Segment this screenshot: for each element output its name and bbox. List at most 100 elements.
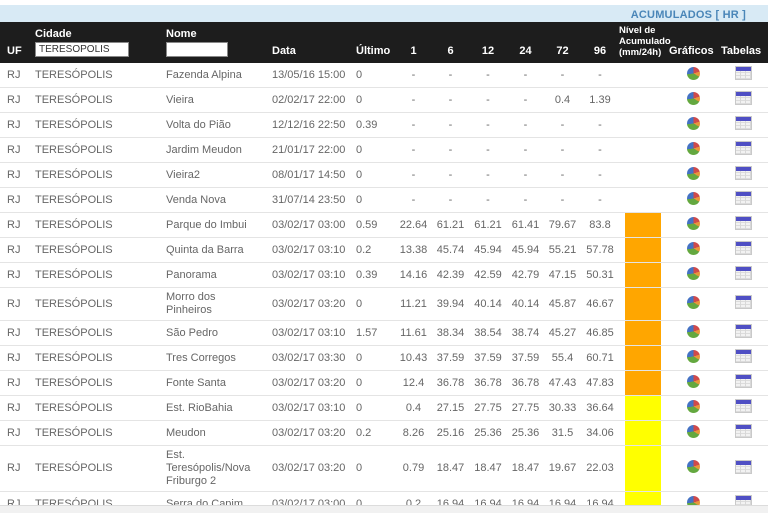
table-row: RJTERESÓPOLISPanorama03/02/17 03:100.391… bbox=[0, 263, 768, 288]
cell-96h: 36.64 bbox=[581, 396, 619, 421]
column-header-12h: 12 bbox=[469, 22, 507, 63]
pie-chart-icon[interactable] bbox=[687, 242, 700, 255]
column-header-graficos: Gráficos bbox=[667, 22, 719, 63]
cell-96h: 57.78 bbox=[581, 238, 619, 263]
cell-24h: 18.47 bbox=[507, 446, 544, 492]
cell-96h: - bbox=[581, 138, 619, 163]
table-icon[interactable] bbox=[735, 374, 752, 388]
cell-72h: 47.43 bbox=[544, 371, 581, 396]
cell-nivel-acumulado bbox=[619, 371, 667, 396]
cell-12h: 27.75 bbox=[469, 396, 507, 421]
pie-chart-icon[interactable] bbox=[687, 217, 700, 230]
table-icon[interactable] bbox=[735, 324, 752, 338]
cell-graficos bbox=[667, 263, 719, 288]
pie-chart-icon[interactable] bbox=[687, 325, 700, 338]
table-icon[interactable] bbox=[735, 460, 752, 474]
table-icon[interactable] bbox=[735, 166, 752, 180]
cell-nivel-acumulado bbox=[619, 113, 667, 138]
table-icon[interactable] bbox=[735, 116, 752, 130]
cell-96h: 46.85 bbox=[581, 321, 619, 346]
cell-data: 03/02/17 03:20 bbox=[265, 371, 350, 396]
cell-uf: RJ bbox=[0, 371, 28, 396]
table-icon[interactable] bbox=[735, 191, 752, 205]
cell-1h: - bbox=[395, 88, 432, 113]
pie-chart-icon[interactable] bbox=[687, 375, 700, 388]
table-icon[interactable] bbox=[735, 295, 752, 309]
table-icon[interactable] bbox=[735, 424, 752, 438]
table-icon[interactable] bbox=[735, 216, 752, 230]
cell-96h: 46.67 bbox=[581, 288, 619, 321]
column-header-tabelas: Tabelas bbox=[719, 22, 768, 63]
accumulated-link-bar: ACUMULADOS [ HR ] bbox=[0, 5, 768, 22]
cell-12h: - bbox=[469, 188, 507, 213]
cell-24h: 61.41 bbox=[507, 213, 544, 238]
table-row: RJTERESÓPOLISMeudon03/02/17 03:200.28.26… bbox=[0, 421, 768, 446]
cell-1h: 12.4 bbox=[395, 371, 432, 396]
cell-nivel-acumulado bbox=[619, 321, 667, 346]
pie-chart-icon[interactable] bbox=[687, 167, 700, 180]
cell-nome: Meudon bbox=[160, 421, 265, 446]
cell-24h: 42.79 bbox=[507, 263, 544, 288]
cell-1h: 13.38 bbox=[395, 238, 432, 263]
cell-1h: 22.64 bbox=[395, 213, 432, 238]
cidade-filter-input[interactable] bbox=[35, 42, 129, 57]
cell-graficos bbox=[667, 63, 719, 88]
pie-chart-icon[interactable] bbox=[687, 425, 700, 438]
cell-72h: 31.5 bbox=[544, 421, 581, 446]
cell-72h: 0.4 bbox=[544, 88, 581, 113]
acumulados-hr-link[interactable]: ACUMULADOS [ HR ] bbox=[631, 9, 746, 21]
cell-tabelas bbox=[719, 113, 768, 138]
cell-6h: - bbox=[432, 138, 469, 163]
table-row: RJTERESÓPOLISVenda Nova31/07/14 23:500--… bbox=[0, 188, 768, 213]
cell-data: 13/05/16 15:00 bbox=[265, 63, 350, 88]
cell-graficos bbox=[667, 421, 719, 446]
cell-96h: 34.06 bbox=[581, 421, 619, 446]
cell-12h: 42.59 bbox=[469, 263, 507, 288]
cell-12h: 18.47 bbox=[469, 446, 507, 492]
cell-ultimo: 0 bbox=[350, 446, 395, 492]
pie-chart-icon[interactable] bbox=[687, 350, 700, 363]
table-row: RJTERESÓPOLISFazenda Alpina13/05/16 15:0… bbox=[0, 63, 768, 88]
pie-chart-icon[interactable] bbox=[687, 142, 700, 155]
cell-ultimo: 1.57 bbox=[350, 321, 395, 346]
cell-nome: São Pedro bbox=[160, 321, 265, 346]
cell-72h: - bbox=[544, 188, 581, 213]
pie-chart-icon[interactable] bbox=[687, 92, 700, 105]
cell-uf: RJ bbox=[0, 238, 28, 263]
cell-nome: Quinta da Barra bbox=[160, 238, 265, 263]
pie-chart-icon[interactable] bbox=[687, 267, 700, 280]
cell-96h: 60.71 bbox=[581, 346, 619, 371]
cell-cidade: TERESÓPOLIS bbox=[28, 371, 160, 396]
table-icon[interactable] bbox=[735, 241, 752, 255]
pie-chart-icon[interactable] bbox=[687, 296, 700, 309]
pie-chart-icon[interactable] bbox=[687, 192, 700, 205]
cell-1h: - bbox=[395, 188, 432, 213]
nome-filter-input[interactable] bbox=[166, 42, 228, 57]
pie-chart-icon[interactable] bbox=[687, 67, 700, 80]
table-icon[interactable] bbox=[735, 349, 752, 363]
cell-nome: Vieira2 bbox=[160, 163, 265, 188]
table-icon[interactable] bbox=[735, 266, 752, 280]
cell-data: 03/02/17 03:10 bbox=[265, 263, 350, 288]
cell-uf: RJ bbox=[0, 63, 28, 88]
table-icon[interactable] bbox=[735, 141, 752, 155]
cell-6h: - bbox=[432, 88, 469, 113]
table-icon[interactable] bbox=[735, 66, 752, 80]
cell-ultimo: 0 bbox=[350, 138, 395, 163]
cell-24h: 27.75 bbox=[507, 396, 544, 421]
table-icon[interactable] bbox=[735, 399, 752, 413]
table-row: RJTERESÓPOLISTres Corregos03/02/17 03:30… bbox=[0, 346, 768, 371]
cell-nivel-acumulado bbox=[619, 163, 667, 188]
table-header: UF Cidade Nome Data Último 1 6 12 24 72 … bbox=[0, 22, 768, 63]
cell-tabelas bbox=[719, 321, 768, 346]
pie-chart-icon[interactable] bbox=[687, 460, 700, 473]
pie-chart-icon[interactable] bbox=[687, 400, 700, 413]
cell-96h: - bbox=[581, 63, 619, 88]
cell-cidade: TERESÓPOLIS bbox=[28, 163, 160, 188]
pie-chart-icon[interactable] bbox=[687, 117, 700, 130]
cell-96h: 1.39 bbox=[581, 88, 619, 113]
cell-tabelas bbox=[719, 421, 768, 446]
cell-graficos bbox=[667, 396, 719, 421]
table-icon[interactable] bbox=[735, 91, 752, 105]
cell-uf: RJ bbox=[0, 346, 28, 371]
